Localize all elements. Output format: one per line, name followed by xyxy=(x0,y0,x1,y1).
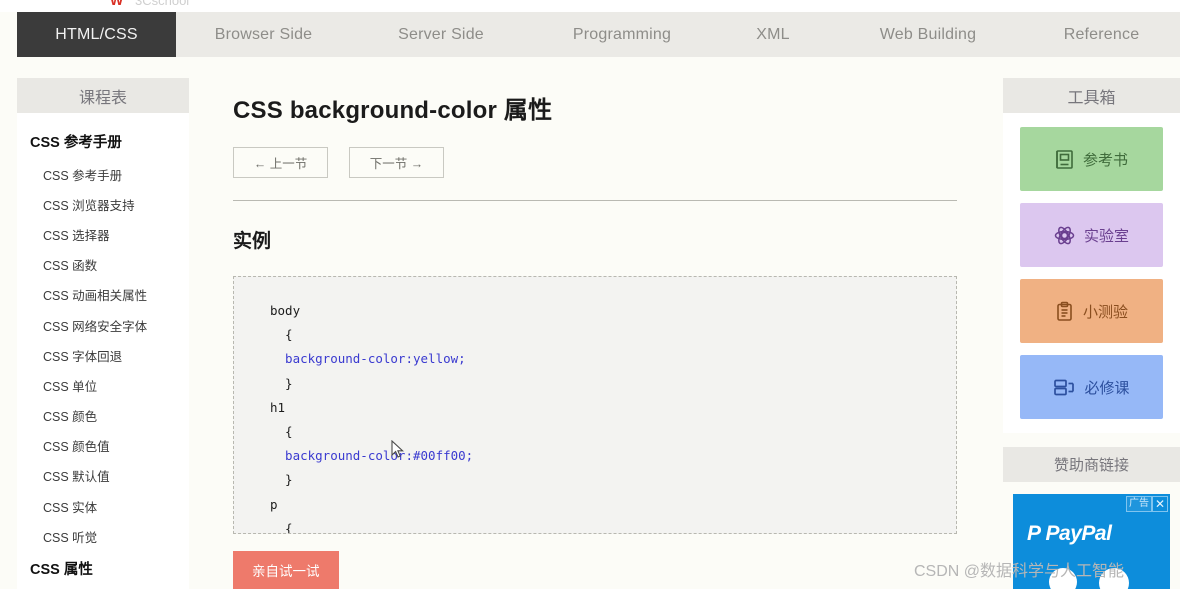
page-title: CSS background-color 属性 xyxy=(211,78,979,125)
sidebar-item-default-values[interactable]: CSS 默认值 xyxy=(17,461,189,491)
toolbox-button-quiz[interactable]: 小测验 xyxy=(1020,279,1163,343)
code-line: h1 xyxy=(270,396,956,420)
try-it-yourself-button[interactable]: 亲自试一试 xyxy=(233,551,339,589)
sidebar-item-colors[interactable]: CSS 颜色 xyxy=(17,401,189,431)
advertisement-banner[interactable]: 广告 ✕ P PayPal xyxy=(1013,494,1170,589)
code-line: } xyxy=(270,468,956,492)
top-navigation: HTML/CSS Browser Side Server Side Progra… xyxy=(0,12,1180,57)
ad-brand: P PayPal xyxy=(1027,522,1111,546)
nav-left-spacer xyxy=(0,12,17,57)
nav-item-xml[interactable]: XML xyxy=(713,12,833,57)
ad-brand-name: PayPal xyxy=(1046,522,1112,546)
mouse-cursor xyxy=(391,440,405,464)
toolbox-button-reference-book[interactable]: 参考书 xyxy=(1020,127,1163,191)
course-icon xyxy=(1053,378,1075,397)
nav-item-programming[interactable]: Programming xyxy=(531,12,713,57)
sidebar-body: CSS 参考手册 CSS 参考手册 CSS 浏览器支持 CSS 选择器 CSS … xyxy=(17,113,189,589)
site-logo-strip: W 3Cschool xyxy=(0,0,1180,12)
next-section-button[interactable]: 下一节 → xyxy=(349,147,444,178)
page-root: W 3Cschool HTML/CSS Browser Side Server … xyxy=(0,0,1180,589)
sidebar-item-color-values[interactable]: CSS 颜色值 xyxy=(17,431,189,461)
previous-section-button[interactable]: ← 上一节 xyxy=(233,147,328,178)
left-sidebar: 课程表 CSS 参考手册 CSS 参考手册 CSS 浏览器支持 CSS 选择器 … xyxy=(17,78,189,589)
toolbox-header: 工具箱 xyxy=(1003,78,1180,113)
code-example-block: body { background-color:yellow; }h1 { ba… xyxy=(233,276,957,534)
sidebar-item-entities[interactable]: CSS 实体 xyxy=(17,491,189,521)
toolbox-label-required-course: 必修课 xyxy=(1084,377,1129,398)
code-line: { xyxy=(270,420,956,444)
ad-close-icon[interactable]: ✕ xyxy=(1152,496,1168,512)
sidebar-item-web-safe-fonts[interactable]: CSS 网络安全字体 xyxy=(17,310,189,340)
toolbox-label-reference-book: 参考书 xyxy=(1083,149,1128,170)
code-line: background-color:yellow; xyxy=(270,347,956,371)
nav-item-reference[interactable]: Reference xyxy=(1023,12,1180,57)
main-content: CSS background-color 属性 ← 上一节 下一节 → 实例 b… xyxy=(189,78,1001,589)
code-line: body xyxy=(270,299,956,323)
sponsor-links-header: 赞助商链接 xyxy=(1003,447,1180,482)
ad-decoration-circle-1 xyxy=(1049,568,1077,589)
nav-item-browser-side[interactable]: Browser Side xyxy=(176,12,351,57)
atom-icon xyxy=(1054,225,1075,246)
sidebar-item-animation-properties[interactable]: CSS 动画相关属性 xyxy=(17,280,189,310)
ad-decoration-circle-2 xyxy=(1099,568,1129,589)
example-section-title: 实例 xyxy=(211,201,979,253)
code-line: { xyxy=(270,517,956,534)
book-icon xyxy=(1055,149,1074,170)
code-line: background-color:#00ff00; xyxy=(270,444,956,468)
toolbox-label-quiz: 小测验 xyxy=(1083,301,1128,322)
nav-item-html-css[interactable]: HTML/CSS xyxy=(17,12,176,57)
sidebar-item-css-reference[interactable]: CSS 参考手册 xyxy=(17,159,189,189)
sidebar-group-title-reference: CSS 参考手册 xyxy=(17,124,189,159)
code-line: { xyxy=(270,323,956,347)
sidebar-item-units[interactable]: CSS 单位 xyxy=(17,370,189,400)
sidebar-item-selectors[interactable]: CSS 选择器 xyxy=(17,219,189,249)
site-logo-mark: W xyxy=(110,0,124,8)
sidebar-item-functions[interactable]: CSS 函数 xyxy=(17,250,189,280)
nav-item-web-building[interactable]: Web Building xyxy=(833,12,1023,57)
code-line: p xyxy=(270,493,956,517)
sidebar-item-font-fallback[interactable]: CSS 字体回退 xyxy=(17,340,189,370)
paypal-logo-icon: P xyxy=(1027,522,1041,546)
sidebar-item-browser-support[interactable]: CSS 浏览器支持 xyxy=(17,189,189,219)
toolbox-button-laboratory[interactable]: 实验室 xyxy=(1020,203,1163,267)
nav-item-server-side[interactable]: Server Side xyxy=(351,12,531,57)
code-line: } xyxy=(270,372,956,396)
clipboard-icon xyxy=(1055,301,1074,322)
toolbox-button-required-course[interactable]: 必修课 xyxy=(1020,355,1163,419)
sidebar-item-aural[interactable]: CSS 听觉 xyxy=(17,521,189,551)
sidebar-group-title-properties: CSS 属性 xyxy=(17,551,189,586)
ad-label-tag[interactable]: 广告 xyxy=(1126,496,1152,512)
sidebar-header: 课程表 xyxy=(17,78,189,113)
site-logo-text: 3Cschool xyxy=(135,0,189,8)
toolbox-label-laboratory: 实验室 xyxy=(1084,225,1129,246)
ad-controls: 广告 ✕ xyxy=(1126,496,1168,512)
pager-buttons: ← 上一节 下一节 → xyxy=(211,125,979,178)
toolbox-body: 参考书 实验室 xyxy=(1003,113,1180,433)
